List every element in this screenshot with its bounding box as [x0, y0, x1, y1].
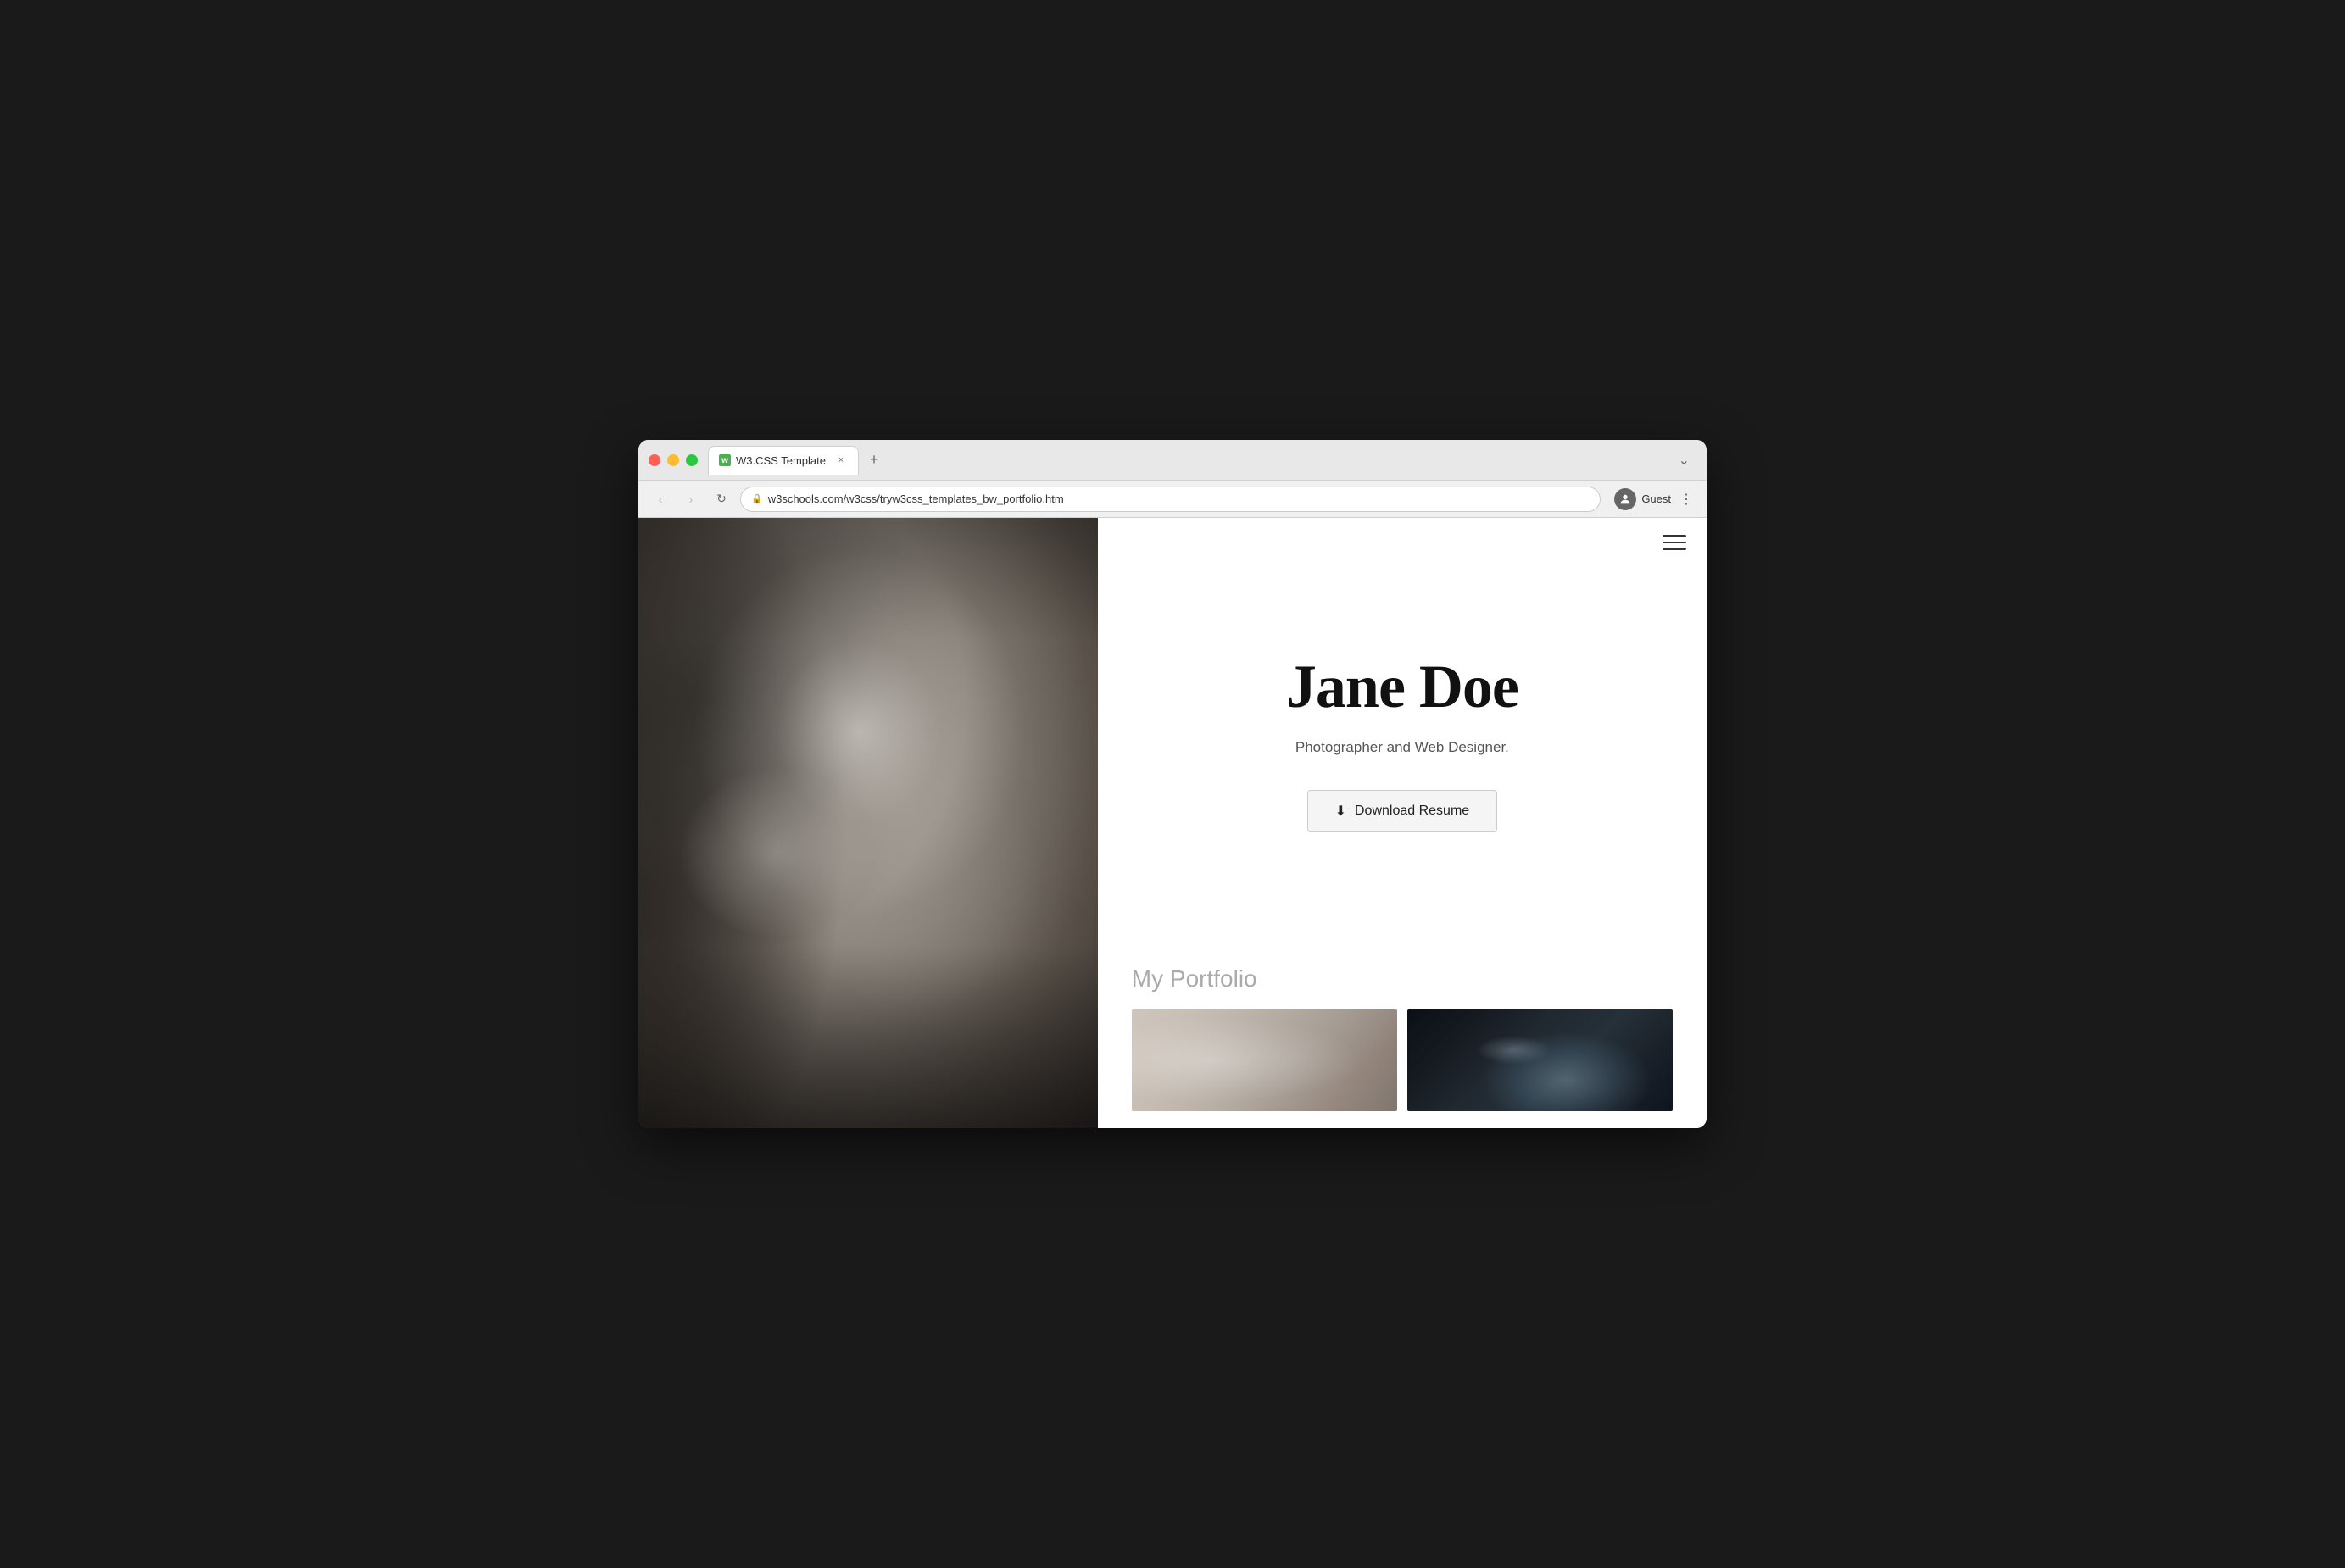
- portfolio-grid: [1132, 1009, 1673, 1111]
- new-tab-button[interactable]: +: [862, 448, 886, 472]
- active-tab[interactable]: W3.CSS Template ×: [708, 446, 859, 475]
- portrait-photo: [638, 518, 1098, 1128]
- url-bar[interactable]: 🔒 w3schools.com/w3css/tryw3css_templates…: [740, 487, 1601, 512]
- traffic-lights: [649, 454, 698, 466]
- profile-area: Guest ⋮: [1614, 487, 1696, 511]
- left-panel: [638, 518, 1098, 1128]
- browser-window: W3.CSS Template × + ⌄ ‹ › ↻ 🔒 w3schools.…: [638, 440, 1707, 1128]
- download-resume-button[interactable]: ⬇ Download Resume: [1307, 790, 1498, 832]
- hero-content: Jane Doe Photographer and Web Designer. …: [1098, 518, 1707, 965]
- forward-button[interactable]: ›: [679, 487, 703, 511]
- browser-menu-button[interactable]: ⋮: [1676, 487, 1696, 511]
- tab-more-button[interactable]: ⌄: [1672, 448, 1696, 472]
- minimize-button[interactable]: [667, 454, 679, 466]
- hamburger-line-2: [1663, 542, 1686, 544]
- hero-subtitle: Photographer and Web Designer.: [1295, 739, 1509, 756]
- site-content: Jane Doe Photographer and Web Designer. …: [638, 518, 1707, 1128]
- hamburger-line-3: [1663, 548, 1686, 550]
- tab-bar: W3.CSS Template × + ⌄: [708, 446, 1696, 475]
- close-button[interactable]: [649, 454, 660, 466]
- portfolio-thumb-1[interactable]: [1132, 1009, 1397, 1111]
- title-bar: W3.CSS Template × + ⌄: [638, 440, 1707, 481]
- hamburger-menu[interactable]: [1663, 535, 1686, 550]
- maximize-button[interactable]: [686, 454, 698, 466]
- portfolio-thumb-2[interactable]: [1407, 1009, 1673, 1111]
- portfolio-title: My Portfolio: [1132, 965, 1673, 993]
- hair-overlay: [638, 518, 1098, 1128]
- hero-name: Jane Doe: [1286, 652, 1518, 722]
- portfolio-section: My Portfolio: [1098, 965, 1707, 1128]
- right-panel: Jane Doe Photographer and Web Designer. …: [1098, 518, 1707, 1128]
- profile-icon[interactable]: [1614, 488, 1636, 510]
- tab-close-button[interactable]: ×: [834, 453, 848, 467]
- lock-icon: 🔒: [751, 493, 763, 504]
- address-bar: ‹ › ↻ 🔒 w3schools.com/w3css/tryw3css_tem…: [638, 481, 1707, 518]
- hamburger-line-1: [1663, 535, 1686, 537]
- tab-title: W3.CSS Template: [736, 454, 826, 467]
- profile-name: Guest: [1641, 492, 1671, 505]
- download-icon: ⬇: [1335, 803, 1346, 820]
- refresh-button[interactable]: ↻: [710, 487, 733, 511]
- download-btn-label: Download Resume: [1355, 803, 1469, 819]
- url-text: w3schools.com/w3css/tryw3css_templates_b…: [768, 492, 1064, 505]
- back-button[interactable]: ‹: [649, 487, 672, 511]
- tab-favicon: [719, 454, 731, 466]
